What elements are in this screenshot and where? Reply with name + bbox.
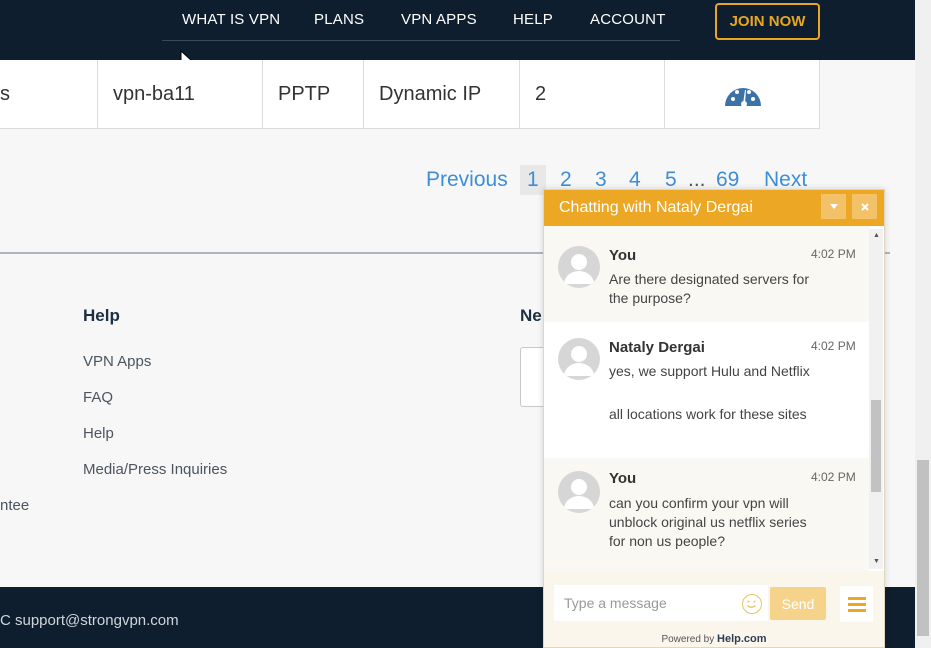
footer-link-help[interactable]: Help	[83, 425, 114, 442]
helpcom-logo[interactable]: Help.com	[717, 633, 767, 645]
cell-location: s	[0, 60, 98, 129]
message-text: can you confirm your vpn will unblock or…	[609, 495, 807, 549]
footer-link-media-press[interactable]: Media/Press Inquiries	[83, 461, 227, 478]
chat-footer: Send Powered by Help.com	[544, 571, 884, 647]
footer-help-heading: Help	[83, 306, 120, 325]
cell-status	[665, 60, 820, 129]
user-icon	[564, 254, 594, 284]
chat-message: Nataly Dergai 4:02 PM yes, we support Hu…	[544, 322, 869, 458]
message-time: 4:02 PM	[811, 470, 856, 484]
footer-link-guarantee[interactable]: ntee	[0, 497, 29, 514]
chat-message: You 4:02 PM Are there designated servers…	[544, 226, 869, 322]
top-navbar: WHAT IS VPN PLANS VPN APPS HELP ACCOUNT …	[0, 0, 915, 60]
message-text: all locations work for these sites	[609, 406, 807, 422]
scroll-up-icon[interactable]: ▲	[873, 232, 880, 239]
join-now-button[interactable]: JOIN NOW	[715, 3, 820, 40]
avatar	[558, 471, 600, 513]
scroll-down-icon[interactable]: ▼	[873, 558, 880, 565]
nav-help[interactable]: HELP	[513, 11, 553, 28]
message-text: yes, we support Hulu and Netflix	[609, 363, 810, 379]
powered-by-label: Powered by	[661, 634, 715, 645]
send-button[interactable]: Send	[770, 587, 826, 620]
avatar	[558, 246, 600, 288]
footer-link-vpn-apps[interactable]: VPN Apps	[83, 353, 151, 370]
powered-by: Powered by Help.com	[544, 633, 884, 645]
chat-minimize-button[interactable]	[821, 194, 846, 219]
speedometer-icon[interactable]	[723, 82, 763, 108]
chat-message: You 4:02 PM can you confirm your vpn wil…	[544, 458, 869, 571]
cell-protocol: PPTP	[263, 60, 364, 129]
nav-plans[interactable]: PLANS	[314, 11, 364, 28]
footer-link-faq[interactable]: FAQ	[83, 389, 113, 406]
chat-title: Chatting with Nataly Dergai	[559, 199, 753, 216]
chat-scrollbar-thumb[interactable]	[871, 400, 881, 492]
message-time: 4:02 PM	[811, 247, 856, 261]
message-author: Nataly Dergai	[609, 339, 705, 356]
main-nav: WHAT IS VPN PLANS VPN APPS HELP ACCOUNT	[162, 0, 680, 41]
avatar	[558, 338, 600, 380]
message-time: 4:02 PM	[811, 339, 856, 353]
chat-close-button[interactable]	[852, 194, 877, 219]
pagination-page-1[interactable]: 1	[520, 165, 546, 195]
chat-menu-button[interactable]	[840, 586, 873, 622]
chat-messages: You 4:02 PM Are there designated servers…	[544, 226, 884, 571]
message-text: Are there designated servers for the pur…	[609, 271, 809, 306]
chat-message-input[interactable]	[554, 585, 768, 621]
emoji-icon[interactable]	[742, 594, 762, 614]
user-icon	[564, 346, 594, 376]
nav-vpn-apps[interactable]: VPN APPS	[401, 11, 477, 28]
cell-hostname: vpn-ba11	[98, 60, 263, 129]
chat-header: Chatting with Nataly Dergai	[544, 190, 884, 226]
nav-what-is-vpn[interactable]: WHAT IS VPN	[182, 11, 280, 28]
chat-scrollbar[interactable]	[869, 229, 883, 569]
message-author: You	[609, 247, 637, 264]
cell-ip-type: Dynamic IP	[364, 60, 520, 129]
caret-down-icon	[829, 204, 838, 209]
close-icon	[860, 202, 869, 211]
message-author: You	[609, 470, 637, 487]
user-icon	[564, 479, 594, 509]
support-email[interactable]: C support@strongvpn.com	[0, 612, 179, 629]
footer-newsletter-heading: Ne	[520, 306, 542, 325]
page-scrollbar-thumb[interactable]	[917, 460, 929, 636]
chat-widget: Chatting with Nataly Dergai You 4:02 PM …	[543, 189, 885, 648]
pagination-previous[interactable]: Previous	[426, 165, 508, 195]
nav-account[interactable]: ACCOUNT	[590, 11, 666, 28]
menu-icon	[847, 596, 866, 600]
server-table-row: s vpn-ba11 PPTP Dynamic IP 2	[0, 60, 820, 129]
cell-count: 2	[520, 60, 665, 129]
